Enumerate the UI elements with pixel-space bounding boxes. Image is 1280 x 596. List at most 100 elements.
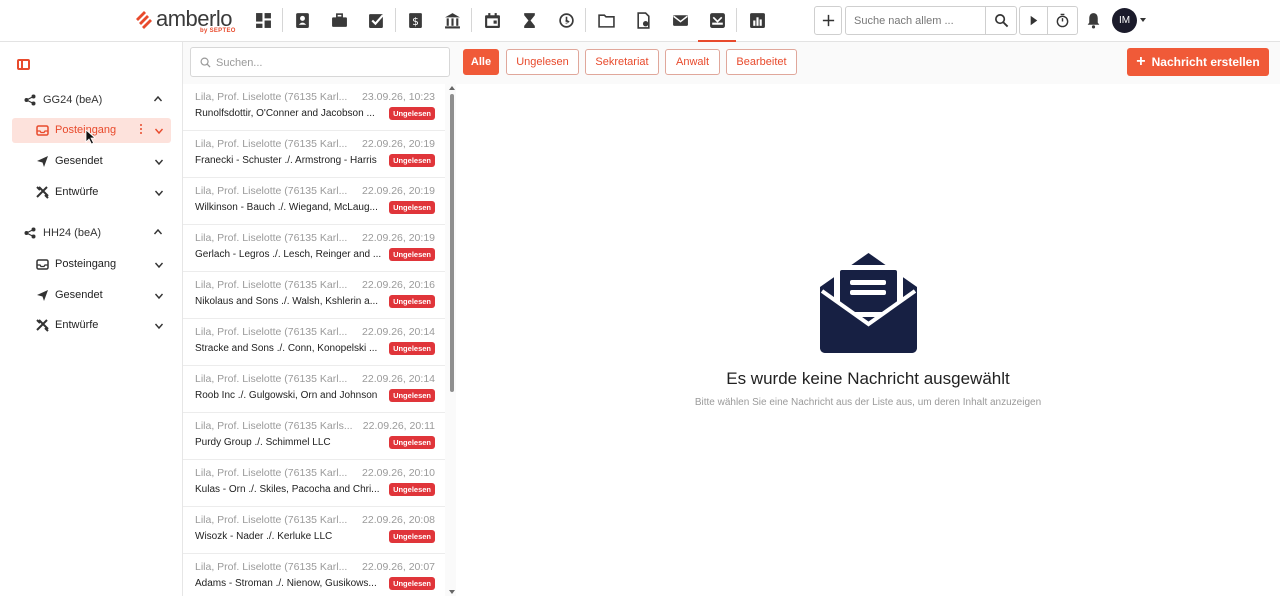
timer-start-button[interactable] <box>1019 6 1048 35</box>
chevron-down-icon[interactable] <box>154 188 164 198</box>
sidebar-item-entwuerfe-hh24[interactable]: Entwürfe <box>12 313 171 338</box>
message-sender: Lila, Prof. Liselotte (76135 Karl... <box>195 514 348 526</box>
reports-icon[interactable] <box>744 7 770 33</box>
share-icon <box>24 227 36 239</box>
billing-icon[interactable]: $ <box>402 7 428 33</box>
message-date: 22.09.26, 20:11 <box>362 420 435 432</box>
chevron-down-icon[interactable] <box>154 291 164 301</box>
filter-sekretariat[interactable]: Sekretariat <box>585 49 659 75</box>
amberlo-logo[interactable]: amberlo by SEPTEO <box>132 4 242 36</box>
message-list-item[interactable]: Lila, Prof. Liselotte (76135 Karl... 22.0… <box>183 319 445 366</box>
documents-icon[interactable] <box>630 7 656 33</box>
empty-state-subtitle: Bitte wählen Sie eine Nachricht aus der … <box>694 397 1042 408</box>
unread-badge: Ungelesen <box>389 530 435 543</box>
global-search-input[interactable]: Suche nach allem ... <box>845 6 986 35</box>
more-options-icon[interactable] <box>140 124 143 137</box>
message-sender: Lila, Prof. Liselotte (76135 Karl... <box>195 232 348 244</box>
chevron-down-icon[interactable] <box>154 157 164 167</box>
message-date: 22.09.26, 20:19 <box>362 185 435 197</box>
account-name: HH24 (beA) <box>43 227 102 239</box>
message-date: 23.09.26, 10:23 <box>362 91 435 103</box>
dashboard-icon[interactable] <box>250 7 276 33</box>
hourglass-icon[interactable] <box>516 7 542 33</box>
global-search-button[interactable] <box>985 6 1017 35</box>
scroll-up-icon[interactable] <box>449 86 455 90</box>
message-list-item[interactable]: Lila, Prof. Liselotte (76135 Karls... 22.… <box>183 413 445 460</box>
briefcase-icon[interactable] <box>326 7 352 33</box>
tasks-icon[interactable] <box>363 7 389 33</box>
message-list-item[interactable]: Lila, Prof. Liselotte (76135 Karl... 22.0… <box>183 272 445 319</box>
chevron-down-icon[interactable] <box>154 321 164 331</box>
svg-text:$: $ <box>412 14 419 27</box>
nav-divider <box>395 8 396 32</box>
message-detail-pane: Alle Ungelesen Sekretariat Anwalt Bearbe… <box>456 42 1280 596</box>
filter-bearbeitet[interactable]: Bearbeitet <box>726 49 797 75</box>
mail-icon[interactable] <box>667 7 693 33</box>
message-list-item[interactable]: Lila, Prof. Liselotte (76135 Karl... 22.0… <box>183 554 445 596</box>
mouse-cursor-icon <box>85 129 97 145</box>
sidebar-collapse-icon[interactable] <box>17 59 30 70</box>
search-placeholder: Suchen... <box>216 57 263 69</box>
filter-alle[interactable]: Alle <box>463 49 499 75</box>
message-sender: Lila, Prof. Liselotte (76135 Karl... <box>195 138 348 150</box>
unread-badge: Ungelesen <box>389 436 435 449</box>
user-avatar[interactable]: IM <box>1112 8 1137 33</box>
message-list-item[interactable]: Lila, Prof. Liselotte (76135 Karl... 22.0… <box>183 460 445 507</box>
message-sender: Lila, Prof. Liselotte (76135 Karls... <box>195 420 353 432</box>
message-list: Lila, Prof. Liselotte (76135 Karl... 23.0… <box>183 84 446 596</box>
sidebar-item-posteingang-hh24[interactable]: Posteingang <box>12 252 171 277</box>
filter-anwalt[interactable]: Anwalt <box>665 49 720 75</box>
history-icon[interactable]: $ <box>553 7 579 33</box>
create-message-button[interactable]: + Nachricht erstellen <box>1127 48 1269 76</box>
filter-ungelesen[interactable]: Ungelesen <box>506 49 579 75</box>
user-menu-caret-icon[interactable] <box>1140 18 1146 22</box>
inbox-icon <box>36 259 49 270</box>
stopwatch-button[interactable] <box>1047 6 1078 35</box>
message-sender: Lila, Prof. Liselotte (76135 Karl... <box>195 373 348 385</box>
plus-icon: + <box>1136 53 1146 70</box>
folder-icon[interactable] <box>593 7 619 33</box>
notifications-bell-icon[interactable] <box>1080 7 1106 33</box>
message-list-item[interactable]: Lila, Prof. Liselotte (76135 Karl... 22.0… <box>183 225 445 272</box>
contacts-icon[interactable] <box>289 7 315 33</box>
message-list-item[interactable]: Lila, Prof. Liselotte (76135 Karl... 22.0… <box>183 366 445 413</box>
message-subject: Gerlach - Legros ./. Lesch, Reinger and … <box>195 249 382 260</box>
bank-icon[interactable] <box>439 7 465 33</box>
unread-badge: Ungelesen <box>389 342 435 355</box>
message-date: 22.09.26, 20:14 <box>362 373 435 385</box>
chevron-down-icon[interactable] <box>154 260 164 270</box>
account-gg24[interactable]: GG24 (beA) <box>24 90 169 110</box>
stopwatch-icon <box>1056 13 1069 28</box>
nav-divider <box>471 8 472 32</box>
chevron-up-icon[interactable] <box>153 94 163 104</box>
chevron-up-icon[interactable] <box>153 227 163 237</box>
plus-icon <box>822 14 834 27</box>
message-list-item[interactable]: Lila, Prof. Liselotte (76135 Karl... 23.0… <box>183 84 445 131</box>
calendar-icon[interactable] <box>479 7 505 33</box>
message-subject: Stracke and Sons ./. Conn, Konopelski ..… <box>195 343 378 354</box>
message-search-input[interactable]: Suchen... <box>190 47 450 77</box>
message-list-item[interactable]: Lila, Prof. Liselotte (76135 Karl... 22.0… <box>183 507 445 554</box>
send-icon <box>37 290 48 301</box>
sidebar-item-entwuerfe-gg24[interactable]: Entwürfe <box>12 180 171 205</box>
logo-subtext: by SEPTEO <box>200 28 236 34</box>
scroll-down-icon[interactable] <box>449 590 455 594</box>
unread-badge: Ungelesen <box>389 483 435 496</box>
scrollbar-thumb[interactable] <box>450 94 454 392</box>
message-subject: Nikolaus and Sons ./. Walsh, Kshlerin a.… <box>195 296 379 307</box>
message-date: 22.09.26, 20:08 <box>362 514 435 526</box>
sidebar-item-gesendet-hh24[interactable]: Gesendet <box>12 283 171 308</box>
unread-badge: Ungelesen <box>389 248 435 261</box>
message-sender: Lila, Prof. Liselotte (76135 Karl... <box>195 185 348 197</box>
sidebar-item-gesendet-gg24[interactable]: Gesendet <box>12 149 171 174</box>
message-list-item[interactable]: Lila, Prof. Liselotte (76135 Karl... 22.0… <box>183 178 445 225</box>
chevron-down-icon[interactable] <box>154 126 164 136</box>
open-envelope-icon <box>820 253 917 353</box>
message-sender: Lila, Prof. Liselotte (76135 Karl... <box>195 561 348 573</box>
add-button[interactable] <box>814 6 842 35</box>
bea-inbox-icon[interactable] <box>698 7 736 42</box>
unread-badge: Ungelesen <box>389 154 435 167</box>
account-hh24[interactable]: HH24 (beA) <box>24 223 169 243</box>
message-list-item[interactable]: Lila, Prof. Liselotte (76135 Karl... 22.0… <box>183 131 445 178</box>
message-list-scrollbar[interactable] <box>449 86 455 594</box>
